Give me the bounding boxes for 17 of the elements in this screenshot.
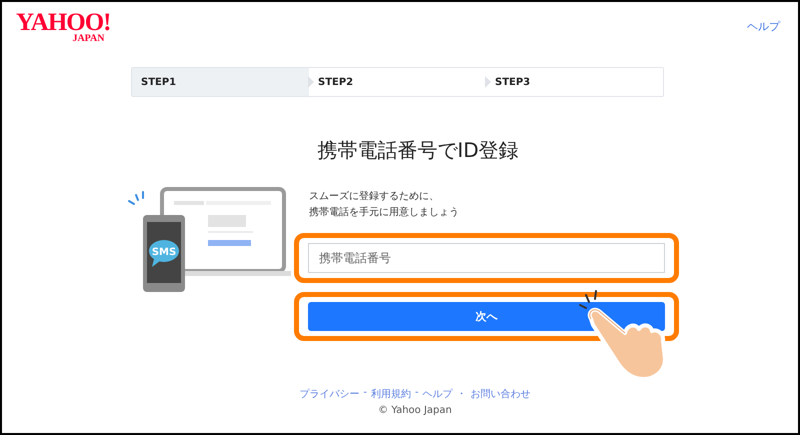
signal-marks-icon	[128, 191, 144, 205]
page-title: 携帯電話番号でID登録	[316, 137, 520, 164]
instruction-text: スムーズに登録するために、 携帯電話を手元に用意しましょう	[309, 190, 460, 220]
footer-link[interactable]: 利用規約	[371, 387, 411, 401]
copyright-text: © Yahoo Japan	[378, 405, 452, 416]
logo-text: YAHOO!	[16, 10, 110, 35]
phone-number-field[interactable]: 携帯電話番号	[308, 243, 665, 273]
next-button[interactable]: 次へ	[308, 302, 665, 331]
footer-link[interactable]: お問い合わせ	[470, 387, 531, 401]
separator-text: -	[415, 387, 419, 400]
footer-link[interactable]: プライバシー	[299, 387, 360, 401]
help-link[interactable]: ヘルプ	[747, 19, 780, 34]
separator-text: ・	[456, 388, 467, 401]
separator-text: -	[363, 387, 367, 400]
bubble-text: SMS	[152, 247, 176, 258]
logo-subtext: JAPAN	[72, 34, 104, 44]
footer-link[interactable]: ヘルプ	[422, 387, 453, 401]
